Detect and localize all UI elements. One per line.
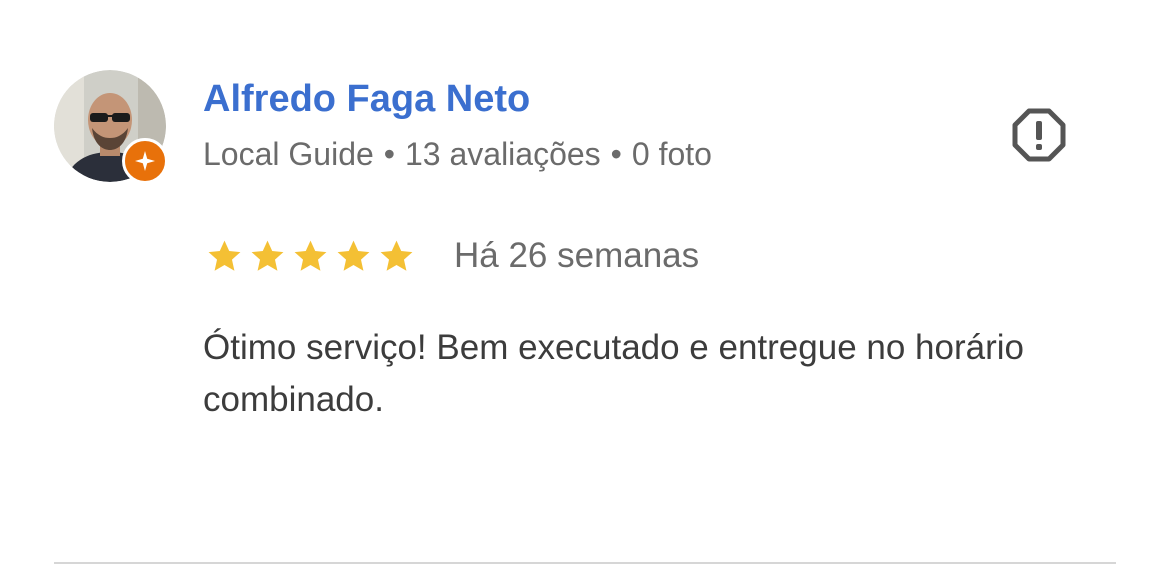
- author-meta: Local Guide • 13 avaliações • 0 foto: [203, 136, 712, 173]
- review-count: 13 avaliações: [404, 136, 601, 172]
- review-card: Alfredo Faga Neto Local Guide • 13 avaliaç…: [0, 0, 1162, 566]
- author-name-link[interactable]: Alfredo Faga Neto: [203, 78, 530, 121]
- divider: [54, 562, 1116, 564]
- author-level: Local Guide: [203, 136, 374, 172]
- star-icon: [251, 240, 284, 271]
- rating-row: Há 26 semanas: [205, 232, 699, 280]
- review-text: Ótimo serviço! Bem executado e entregue …: [203, 328, 1024, 419]
- author-avatar[interactable]: [54, 70, 168, 184]
- star-icon: [380, 240, 413, 271]
- local-guide-badge-icon: [122, 138, 168, 184]
- badge-star-icon: [135, 151, 155, 171]
- photo-count: 0 foto: [631, 136, 712, 172]
- star-icon: [337, 240, 370, 271]
- meta-separator: •: [610, 136, 622, 172]
- report-button[interactable]: [1008, 104, 1070, 166]
- star-rating: [205, 237, 416, 276]
- star-icon: [208, 240, 241, 271]
- report-octagon-icon: [1012, 108, 1066, 162]
- star-icon: [294, 240, 327, 271]
- meta-separator: •: [383, 136, 395, 172]
- review-date: Há 26 semanas: [454, 236, 700, 275]
